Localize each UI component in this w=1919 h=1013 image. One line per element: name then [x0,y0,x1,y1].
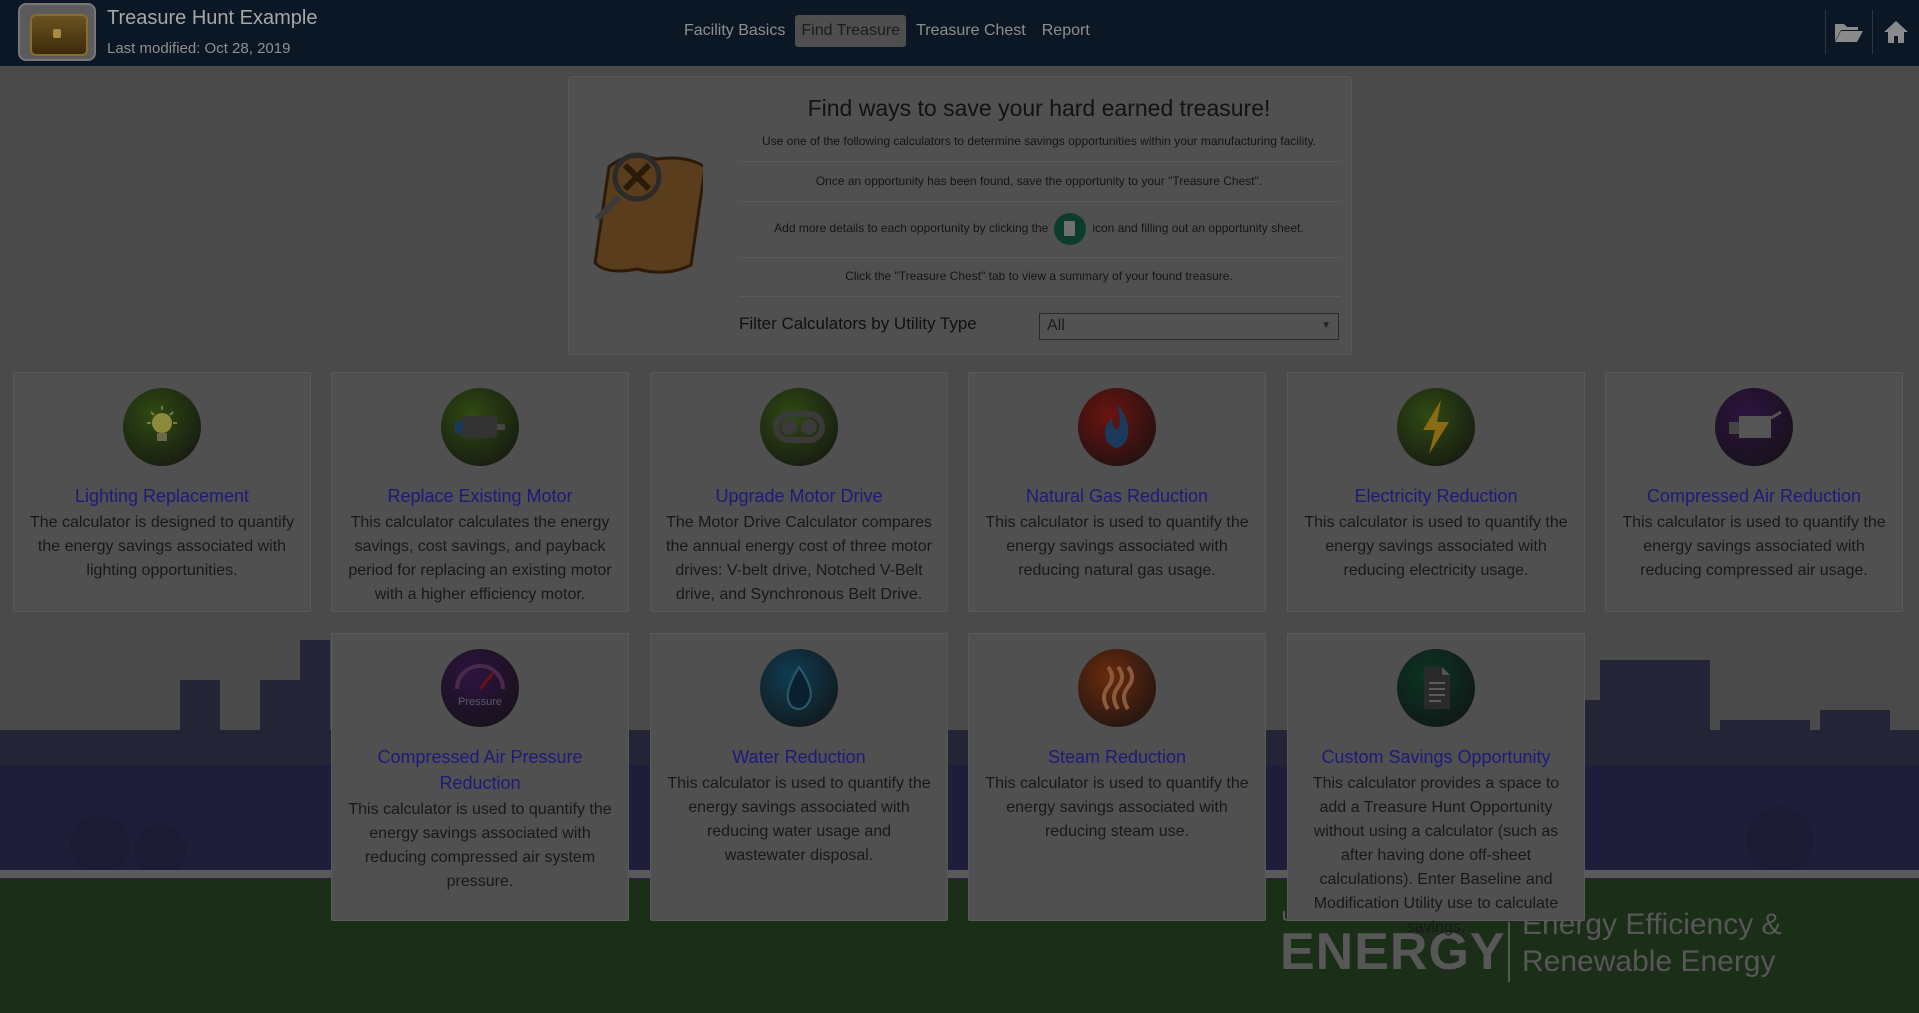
water-drop-icon [760,649,838,727]
opportunity-sheet-icon [1054,213,1087,245]
calculator-card[interactable]: Upgrade Motor Drive The Motor Drive Calcu… [650,372,948,612]
calculator-card[interactable]: Natural Gas Reduction This calculator is … [968,372,1266,612]
calculator-description: This calculator is used to quantify the … [348,801,612,890]
header-actions [1825,10,1919,54]
calculator-description: This calculator is used to quantify the … [1304,514,1568,579]
tab-facility-basics[interactable]: Facility Basics [678,15,791,47]
belt-drive-icon [760,388,838,466]
ground-stripe [0,870,1919,878]
calculator-description: This calculator is used to quantify the … [985,775,1249,840]
divider [739,201,1341,202]
calculator-description: The calculator is designed to quantify t… [29,514,295,579]
filter-selected-value: All [1047,317,1065,334]
calculator-card[interactable]: Lighting Replacement The calculator is de… [13,372,311,612]
calculator-description: This calculator is used to quantify the … [667,775,931,864]
document-icon [1397,649,1475,727]
calculator-title[interactable]: Compressed Air Reduction [1606,483,1902,509]
intro-panel: Find ways to save your hard earned treas… [568,76,1352,355]
calculator-title[interactable]: Compressed Air Pressure Reduction [332,744,628,796]
last-modified-text: Last modified: Oct 28, 2019 [107,40,291,57]
lightbulb-icon [123,388,201,466]
calculator-title[interactable]: Electricity Reduction [1288,483,1584,509]
motor-icon [441,388,519,466]
svg-text:Pressure: Pressure [458,696,502,708]
eere-text-line2: Renewable Energy [1522,945,1776,978]
tab-find-treasure[interactable]: Find Treasure [795,15,907,47]
chevron-down-icon: ▼ [1321,320,1331,331]
divider [739,257,1341,258]
calculator-card[interactable]: Custom Savings Opportunity This calculato… [1287,633,1585,936]
calculator-description: The Motor Drive Calculator compares the … [666,514,932,603]
filter-label: Filter Calculators by Utility Type [739,314,977,333]
tab-treasure-chest[interactable]: Treasure Chest [910,15,1032,47]
intro-instruction-3-start: Add more details to each opportunity by … [774,221,1049,236]
flame-icon [1078,388,1156,466]
calculator-title[interactable]: Water Reduction [651,744,947,770]
top-navbar: Treasure Hunt Example Last modified: Oct… [0,0,1919,66]
intro-instruction-4: Click the "Treasure Chest" tab to view a… [845,269,1233,283]
utility-type-filter-select[interactable]: All ▼ [1039,313,1339,340]
pressure-gauge-icon: Pressure [441,649,519,727]
calculator-card[interactable]: Water Reduction This calculator is used t… [650,633,948,921]
calculator-description: This calculator is used to quantify the … [985,514,1249,579]
calculator-title[interactable]: Lighting Replacement [14,483,310,509]
main-tabs: Facility Basics Find Treasure Treasure C… [678,15,1096,47]
intro-instruction-3: Add more details to each opportunity by … [739,213,1339,245]
calculator-description: This calculator is used to quantify the … [1622,514,1886,579]
folder-open-icon[interactable] [1825,10,1872,54]
intro-instruction-3-end: icon and filling out an opportunity shee… [1092,221,1304,236]
divider [739,296,1341,297]
treasure-chest-logo[interactable] [18,3,96,61]
home-icon[interactable] [1872,10,1919,54]
treasure-chest-icon [30,14,88,56]
intro-instruction-2: Once an opportunity has been found, save… [815,174,1263,188]
divider [739,161,1341,162]
treasure-map-scroll-icon [593,152,703,274]
calculator-card[interactable]: Pressure Compressed Air Pressure Reductio… [331,633,629,921]
steam-icon [1078,649,1156,727]
calculator-description: This calculator calculates the energy sa… [348,514,612,603]
calculator-title[interactable]: Upgrade Motor Drive [651,483,947,509]
calculator-card[interactable]: Compressed Air Reduction This calculator … [1605,372,1903,612]
calculator-card[interactable]: Electricity Reduction This calculator is … [1287,372,1585,612]
calculator-title[interactable]: Custom Savings Opportunity [1288,744,1584,770]
calculator-title[interactable]: Natural Gas Reduction [969,483,1265,509]
lightning-icon [1397,388,1475,466]
compressor-icon [1715,388,1793,466]
calculator-title[interactable]: Steam Reduction [969,744,1265,770]
calculator-card[interactable]: Replace Existing Motor This calculator ca… [331,372,629,612]
assessment-title: Treasure Hunt Example [107,7,318,29]
tab-report[interactable]: Report [1036,15,1096,47]
intro-instruction-1: Use one of the following calculators to … [761,134,1317,148]
calculator-title[interactable]: Replace Existing Motor [332,483,628,509]
intro-heading: Find ways to save your hard earned treas… [807,95,1271,121]
calculator-description: This calculator provides a space to add … [1312,775,1560,936]
calculator-card[interactable]: Steam Reduction This calculator is used t… [968,633,1266,921]
